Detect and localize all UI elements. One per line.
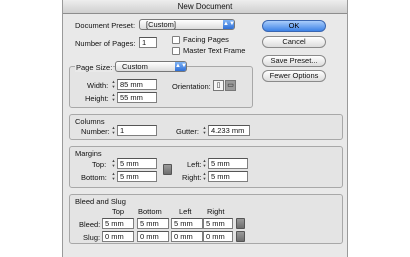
bleed-header-top: Top bbox=[112, 207, 125, 216]
margin-left-stepper[interactable]: ▲ ▼ bbox=[202, 158, 207, 169]
height-label: Height: bbox=[85, 94, 109, 103]
margin-right-label: Right: bbox=[182, 173, 202, 182]
bleed-header-right: Right bbox=[207, 207, 225, 216]
slug-top-field[interactable]: 0 mm bbox=[102, 231, 134, 242]
bleed-header-bottom: Bottom bbox=[138, 207, 162, 216]
slug-label: Slug: bbox=[83, 233, 101, 242]
page-size-value: Custom bbox=[122, 62, 148, 71]
height-stepper[interactable]: ▲ ▼ bbox=[111, 92, 116, 103]
margins-title: Margins bbox=[75, 149, 102, 158]
title-bar[interactable]: New Document bbox=[63, 0, 347, 14]
margin-right-stepper[interactable]: ▲ ▼ bbox=[202, 171, 207, 182]
gutter-stepper[interactable]: ▲ ▼ bbox=[202, 125, 207, 136]
chevron-updown-icon: ▲▼ bbox=[223, 20, 235, 29]
slug-right-field[interactable]: 0 mm bbox=[203, 231, 233, 242]
columns-number-stepper[interactable]: ▲ ▼ bbox=[111, 125, 116, 136]
margin-bottom-stepper[interactable]: ▲ ▼ bbox=[111, 171, 116, 182]
document-preset-value: [Custom] bbox=[146, 20, 177, 29]
margin-bottom-label: Bottom: bbox=[81, 173, 107, 182]
columns-number-field[interactable]: 1 bbox=[117, 125, 157, 136]
height-field[interactable]: 55 mm bbox=[117, 92, 157, 103]
page-size-select[interactable]: Custom ▲▼ bbox=[115, 61, 187, 72]
master-text-frame-label: Master Text Frame bbox=[183, 46, 246, 55]
chevron-updown-icon: ▲▼ bbox=[175, 62, 187, 71]
bleed-header-left: Left bbox=[179, 207, 192, 216]
fewer-options-button[interactable]: Fewer Options bbox=[262, 70, 326, 82]
gutter-field[interactable]: 4.233 mm bbox=[208, 125, 250, 136]
margin-top-stepper[interactable]: ▲ ▼ bbox=[111, 158, 116, 169]
bleed-label: Bleed: bbox=[79, 220, 101, 229]
landscape-orientation-icon[interactable]: ▭ bbox=[225, 80, 236, 91]
bleed-slug-title: Bleed and Slug bbox=[75, 197, 126, 206]
gutter-label: Gutter: bbox=[176, 127, 199, 136]
margin-top-label: Top: bbox=[92, 160, 107, 169]
width-label: Width: bbox=[87, 81, 109, 90]
margin-left-field[interactable]: 5 mm bbox=[208, 158, 248, 169]
bleed-bottom-field[interactable]: 5 mm bbox=[137, 218, 169, 229]
orientation-label: Orientation: bbox=[172, 82, 211, 91]
slug-left-field[interactable]: 0 mm bbox=[171, 231, 203, 242]
master-text-frame-checkbox[interactable] bbox=[172, 47, 180, 55]
ok-button[interactable]: OK bbox=[262, 20, 326, 32]
document-preset-select[interactable]: [Custom] ▲▼ bbox=[139, 19, 235, 30]
number-of-pages-label: Number of Pages: bbox=[75, 39, 136, 48]
width-stepper[interactable]: ▲ ▼ bbox=[111, 79, 116, 90]
bleed-right-field[interactable]: 5 mm bbox=[203, 218, 233, 229]
columns-number-label: Number: bbox=[81, 127, 110, 136]
bleed-top-field[interactable]: 5 mm bbox=[102, 218, 134, 229]
margin-right-field[interactable]: 5 mm bbox=[208, 171, 248, 182]
save-preset-button[interactable]: Save Preset... bbox=[262, 55, 326, 67]
new-document-dialog: New Document Document Preset: [Custom] ▲… bbox=[62, 0, 348, 257]
slug-bottom-field[interactable]: 0 mm bbox=[137, 231, 169, 242]
window-title: New Document bbox=[177, 2, 233, 11]
page-size-label: Page Size: bbox=[75, 63, 114, 72]
link-bleed-icon[interactable] bbox=[236, 218, 245, 229]
facing-pages-label: Facing Pages bbox=[183, 35, 229, 44]
document-preset-label: Document Preset: bbox=[75, 21, 136, 30]
margin-left-label: Left: bbox=[187, 160, 202, 169]
link-slug-icon[interactable] bbox=[236, 231, 245, 242]
portrait-orientation-icon[interactable]: ▯ bbox=[213, 80, 224, 91]
bleed-left-field[interactable]: 5 mm bbox=[171, 218, 203, 229]
margin-bottom-field[interactable]: 5 mm bbox=[117, 171, 157, 182]
width-field[interactable]: 85 mm bbox=[117, 79, 157, 90]
cancel-button[interactable]: Cancel bbox=[262, 36, 326, 48]
number-of-pages-field[interactable]: 1 bbox=[139, 37, 157, 48]
columns-title: Columns bbox=[75, 117, 105, 126]
link-margins-icon[interactable] bbox=[163, 164, 172, 175]
margin-top-field[interactable]: 5 mm bbox=[117, 158, 157, 169]
facing-pages-checkbox[interactable] bbox=[172, 36, 180, 44]
